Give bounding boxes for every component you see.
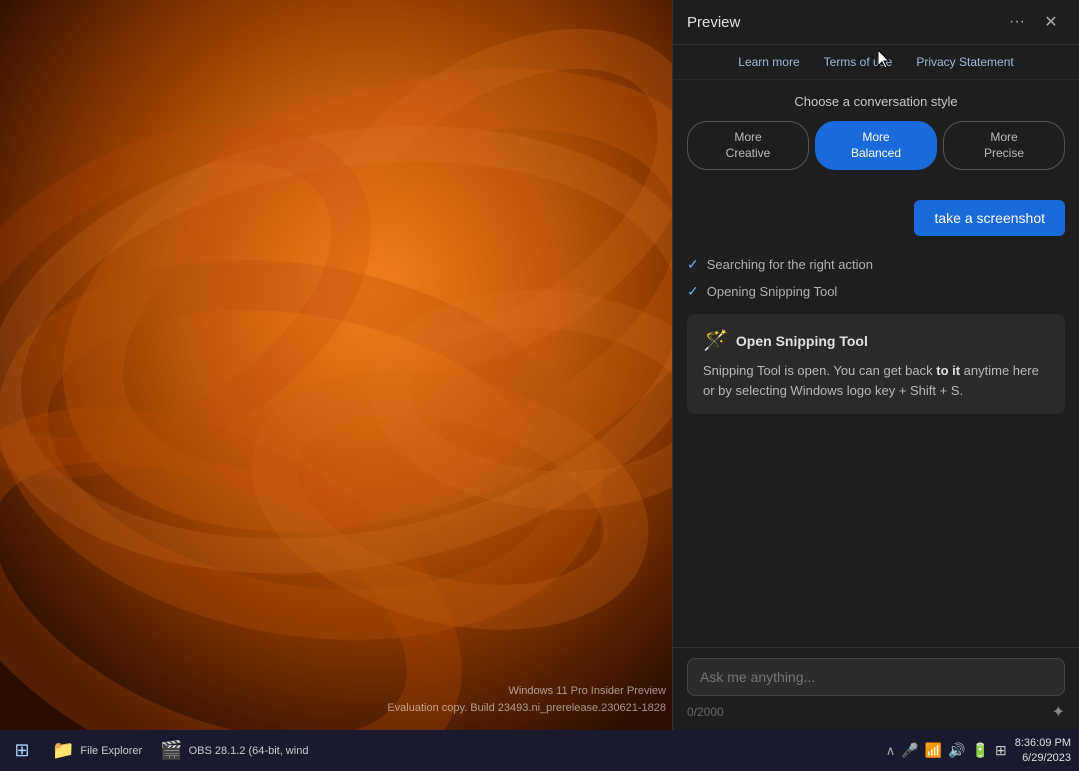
battery-icon: 🔋 [972, 742, 989, 759]
start-button[interactable]: ⊞ [8, 737, 36, 765]
privacy-statement-link[interactable]: Privacy Statement [916, 55, 1013, 69]
chat-input[interactable] [687, 658, 1065, 696]
taskbar: ⊞ 📁 File Explorer 🎬 OBS 28.1.2 (64-bit, … [0, 730, 1079, 771]
copilot-panel: Preview ··· ✕ Learn more Terms of use Pr… [672, 0, 1079, 730]
snipping-card-header: 🪄 Open Snipping Tool [703, 328, 1049, 353]
panel-content: take a screenshot ✓ Searching for the ri… [673, 180, 1079, 647]
status-item-1: ✓ Searching for the right action [687, 256, 1065, 273]
snipping-body-text-start: Snipping Tool is open. You can get back [703, 363, 936, 378]
snipping-tool-card: 🪄 Open Snipping Tool Snipping Tool is op… [687, 314, 1065, 414]
mic-icon: 🎤 [901, 742, 918, 759]
taskbar-right: ∧ 🎤 📶 🔊 🔋 ⊞ 8:36:09 PM 6/29/2023 [886, 736, 1071, 765]
check-icon-1: ✓ [687, 256, 699, 273]
more-options-button[interactable]: ··· [1003, 8, 1031, 36]
check-icon-2: ✓ [687, 283, 699, 300]
panel-input-area: 0/2000 ✦ [673, 647, 1079, 730]
input-footer: 0/2000 ✦ [687, 702, 1065, 722]
terms-of-use-link[interactable]: Terms of use [824, 55, 893, 69]
style-buttons-group: More Creative More Balanced More Precise [687, 121, 1065, 170]
panel-header: Preview ··· ✕ [673, 0, 1079, 45]
clock-date: 6/29/2023 [1015, 751, 1071, 765]
taskbar-obs[interactable]: 🎬 OBS 28.1.2 (64-bit, wind [154, 738, 314, 763]
snipping-card-body: Snipping Tool is open. You can get back … [703, 361, 1049, 400]
send-icon: ✦ [1052, 702, 1065, 722]
start-icon: ⊞ [14, 740, 29, 761]
style-button-balanced[interactable]: More Balanced [815, 121, 937, 170]
tray-extra-icon: ⊞ [995, 742, 1007, 759]
char-count: 0/2000 [687, 705, 724, 719]
desktop-background: Windows 11 Pro Insider Preview Evaluatio… [0, 0, 672, 730]
screenshot-button-area: take a screenshot [687, 190, 1065, 246]
taskbar-clock[interactable]: 8:36:09 PM 6/29/2023 [1015, 736, 1071, 765]
watermark: Windows 11 Pro Insider Preview Evaluatio… [387, 683, 672, 716]
taskbar-file-explorer[interactable]: 📁 File Explorer [46, 738, 148, 763]
volume-icon: 🔊 [948, 742, 965, 759]
close-button[interactable]: ✕ [1037, 8, 1065, 36]
snipping-card-title: Open Snipping Tool [736, 333, 868, 349]
style-button-precise[interactable]: More Precise [943, 121, 1065, 170]
panel-title: Preview [687, 14, 740, 31]
file-explorer-icon: 📁 [52, 740, 74, 761]
learn-more-link[interactable]: Learn more [738, 55, 799, 69]
wifi-icon: 📶 [925, 742, 942, 759]
clock-time: 8:36:09 PM [1015, 736, 1071, 750]
style-button-creative[interactable]: More Creative [687, 121, 809, 170]
obs-icon: 🎬 [160, 740, 182, 761]
header-actions: ··· ✕ [1003, 8, 1065, 36]
conversation-style-title: Choose a conversation style [687, 94, 1065, 109]
status-item-2: ✓ Opening Snipping Tool [687, 283, 1065, 300]
take-screenshot-button[interactable]: take a screenshot [914, 200, 1065, 236]
panel-links: Learn more Terms of use Privacy Statemen… [673, 45, 1079, 80]
send-button[interactable]: ✦ [1052, 702, 1065, 722]
snipping-tool-icon: 🪄 [703, 328, 728, 353]
more-options-icon: ··· [1009, 13, 1025, 31]
snipping-body-bold: to it [936, 363, 960, 378]
system-tray-icons: ∧ 🎤 📶 🔊 🔋 ⊞ [886, 742, 1007, 759]
obs-label: OBS 28.1.2 (64-bit, wind [189, 745, 309, 757]
conversation-style-section: Choose a conversation style More Creativ… [673, 80, 1079, 180]
file-explorer-label: File Explorer [80, 745, 142, 757]
status-text-2: Opening Snipping Tool [707, 284, 838, 299]
close-icon: ✕ [1044, 12, 1057, 32]
chevron-up-icon[interactable]: ∧ [886, 743, 896, 759]
status-text-1: Searching for the right action [707, 257, 873, 272]
